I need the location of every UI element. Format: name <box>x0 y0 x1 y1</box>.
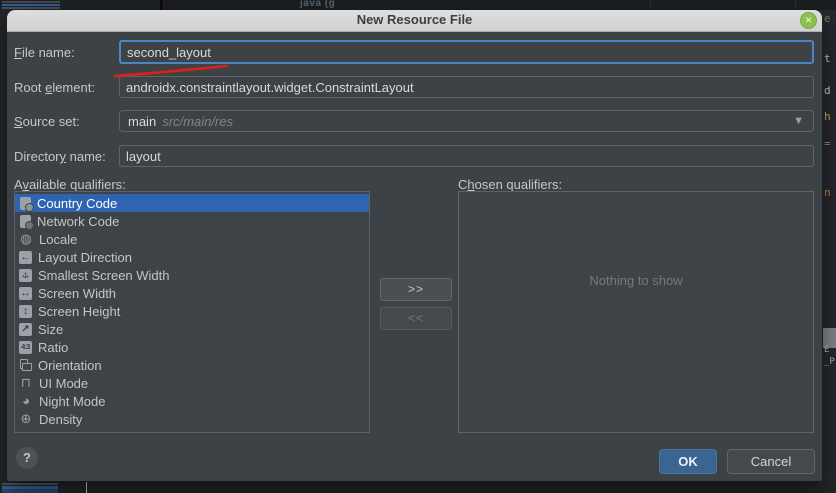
list-item-label: Orientation <box>38 358 102 373</box>
list-item-label: Locale <box>39 232 77 247</box>
list-item-ui-mode[interactable]: ⊓ UI Mode <box>15 374 369 392</box>
label-text: Root <box>14 80 45 95</box>
source-set-path-hint: src/main/res <box>162 114 233 129</box>
ide-editor-strip <box>165 0 836 10</box>
smallest-screen-width-icon: ↔ <box>19 269 32 282</box>
editor-text-fragment: n <box>824 186 831 199</box>
list-item-label: Density <box>39 412 82 427</box>
remove-qualifier-button[interactable]: << <box>380 307 452 330</box>
label-text: Director <box>14 149 60 164</box>
label-mnemonic: S <box>14 114 23 129</box>
ratio-icon: 4:3 <box>19 341 32 354</box>
label-text: ource set: <box>23 114 80 129</box>
list-item-label: Screen Height <box>38 304 120 319</box>
empty-state-text: Nothing to show <box>459 273 813 288</box>
locale-icon: ◍ <box>19 232 33 246</box>
list-item-label: Night Mode <box>39 394 105 409</box>
chevron-down-icon: ▼ <box>793 115 804 127</box>
list-item-screen-height[interactable]: ↕ Screen Height <box>15 302 369 320</box>
network-code-icon <box>20 215 31 228</box>
list-item-ratio[interactable]: 4:3 Ratio <box>15 338 369 356</box>
label-text: lement: <box>52 80 95 95</box>
chosen-qualifiers-label: Chosen qualifiers: <box>458 177 562 192</box>
chosen-qualifiers-panel: Nothing to show <box>458 191 814 433</box>
list-item-label: Size <box>38 322 63 337</box>
list-item-label: Smallest Screen Width <box>38 268 170 283</box>
list-item-country-code[interactable]: Country Code <box>15 194 369 212</box>
editor-text-fragment: e <box>824 12 831 25</box>
screen-height-icon: ↕ <box>19 305 32 318</box>
label-text: ile name: <box>22 45 75 60</box>
editor-text-fragment: d <box>824 84 831 97</box>
editor-text-fragment: t <box>824 52 831 65</box>
label-text: name: <box>66 149 106 164</box>
ide-panel-divider <box>650 0 651 10</box>
editor-text-fragment: h <box>824 110 831 123</box>
project-tree-fragment <box>2 1 60 9</box>
source-set-label: Source set: <box>14 114 80 129</box>
orientation-icon <box>19 359 32 372</box>
list-item-smallest-screen-width[interactable]: ↔ Smallest Screen Width <box>15 266 369 284</box>
list-item-density[interactable]: ⊕ Density <box>15 410 369 428</box>
list-item-label: Layout Direction <box>38 250 132 265</box>
ui-mode-icon: ⊓ <box>19 376 33 390</box>
list-item-size[interactable]: ↗ Size <box>15 320 369 338</box>
cancel-button[interactable]: Cancel <box>727 449 815 474</box>
list-item-locale[interactable]: ◍ Locale <box>15 230 369 248</box>
layout-direction-icon: ← <box>19 251 32 264</box>
ide-panel-divider <box>86 482 87 493</box>
ide-background-right <box>822 10 836 493</box>
ok-button[interactable]: OK <box>659 449 717 474</box>
file-name-label: File name: <box>14 45 75 60</box>
list-item-layout-direction[interactable]: ← Layout Direction <box>15 248 369 266</box>
density-icon: ⊕ <box>19 412 33 426</box>
country-code-icon <box>20 197 31 210</box>
available-qualifiers-list: Country Code Network Code ◍ Locale ← Layou… <box>14 191 370 433</box>
source-set-value: main <box>128 114 156 129</box>
dialog-title: New Resource File <box>7 12 822 27</box>
available-qualifiers-label: Available qualifiers: <box>14 177 126 192</box>
size-icon: ↗ <box>19 323 32 336</box>
label-mnemonic: F <box>14 45 22 60</box>
directory-name-input[interactable] <box>119 145 814 167</box>
close-icon[interactable]: ✕ <box>800 12 817 29</box>
directory-name-label: Directory name: <box>14 149 106 164</box>
ide-background-bottom <box>0 481 836 493</box>
label-mnemonic: h <box>467 177 474 192</box>
ide-panel-divider <box>160 0 163 10</box>
file-name-input[interactable] <box>119 40 814 64</box>
list-item-label: Screen Width <box>38 286 116 301</box>
label-text: ailable qualifiers: <box>29 177 126 192</box>
help-button[interactable]: ? <box>16 447 38 469</box>
list-item-network-code[interactable]: Network Code <box>15 212 369 230</box>
editor-text-fragment: E <box>824 345 829 355</box>
root-element-label: Root element: <box>14 80 95 95</box>
night-mode-icon: ◕ <box>19 394 33 408</box>
add-qualifier-button[interactable]: >> <box>380 278 452 301</box>
list-item-label: UI Mode <box>39 376 88 391</box>
label-text: osen qualifiers: <box>475 177 562 192</box>
source-set-dropdown[interactable]: main src/main/res ▼ <box>119 110 814 132</box>
list-item-label: Country Code <box>37 196 117 211</box>
project-tree-fragment <box>2 483 58 493</box>
list-item-label: Ratio <box>38 340 68 355</box>
list-item-night-mode[interactable]: ◕ Night Mode <box>15 392 369 410</box>
label-text: C <box>458 177 467 192</box>
screen-width-icon: ↔ <box>19 287 32 300</box>
editor-text-fragment: _P <box>824 357 835 367</box>
ide-panel-divider <box>795 0 796 10</box>
list-item-orientation[interactable]: Orientation <box>15 356 369 374</box>
list-item-label: Network Code <box>37 214 119 229</box>
root-element-input[interactable] <box>119 76 814 98</box>
list-item-screen-width[interactable]: ↔ Screen Width <box>15 284 369 302</box>
editor-text-fragment: = <box>824 137 831 150</box>
editor-tab-fragment: java (g <box>300 0 335 9</box>
